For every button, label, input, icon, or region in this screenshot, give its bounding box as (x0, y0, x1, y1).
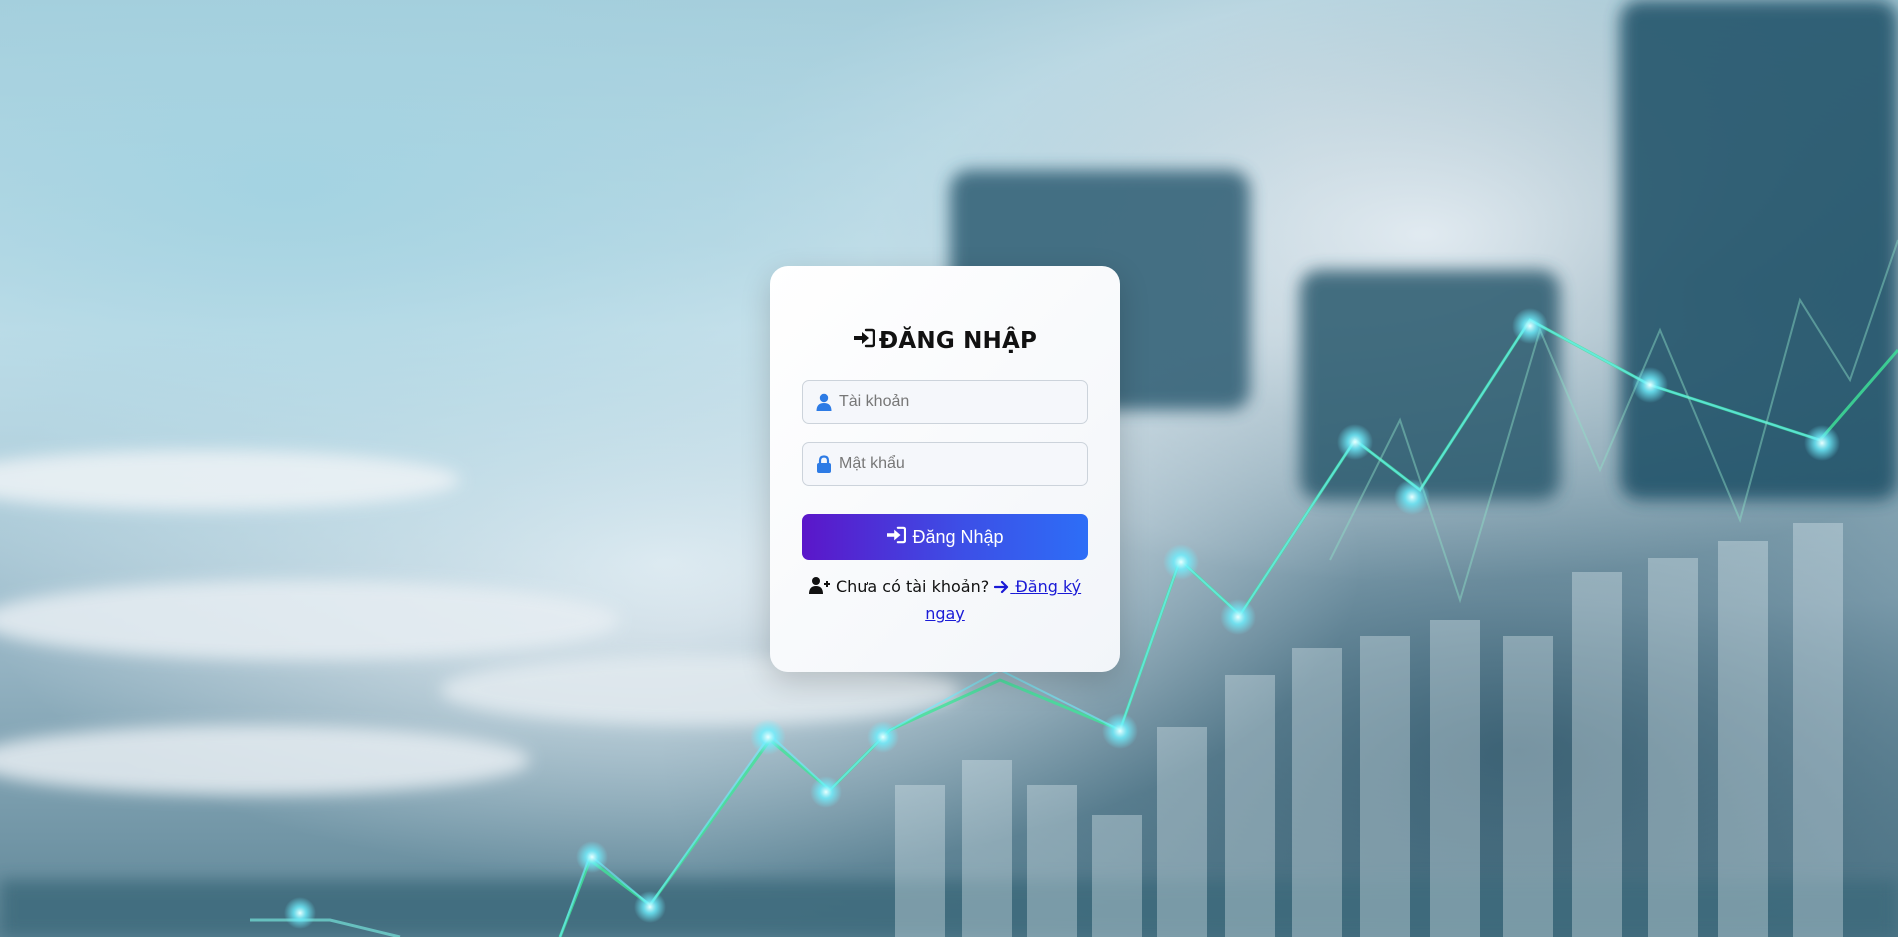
login-title: ĐĂNG NHẬP (770, 328, 1120, 354)
username-field[interactable] (802, 380, 1088, 424)
sign-in-icon (886, 526, 907, 549)
no-account-text: Chưa có tài khoản? (835, 577, 990, 596)
login-button[interactable]: Đăng Nhập (802, 514, 1088, 560)
username-input[interactable] (839, 381, 1087, 423)
register-prompt: Chưa có tài khoản? Đăng ký ngay (802, 574, 1088, 626)
password-field[interactable] (802, 442, 1088, 486)
password-input[interactable] (839, 443, 1087, 485)
lock-icon (809, 455, 839, 473)
login-card: ĐĂNG NHẬP Đăng Nhập (770, 266, 1120, 672)
user-plus-icon (808, 576, 831, 601)
login-title-text: ĐĂNG NHẬP (878, 328, 1038, 354)
user-icon (809, 393, 839, 411)
login-button-label: Đăng Nhập (912, 526, 1004, 547)
sign-in-icon (853, 328, 876, 354)
arrow-right-icon (994, 576, 1010, 601)
